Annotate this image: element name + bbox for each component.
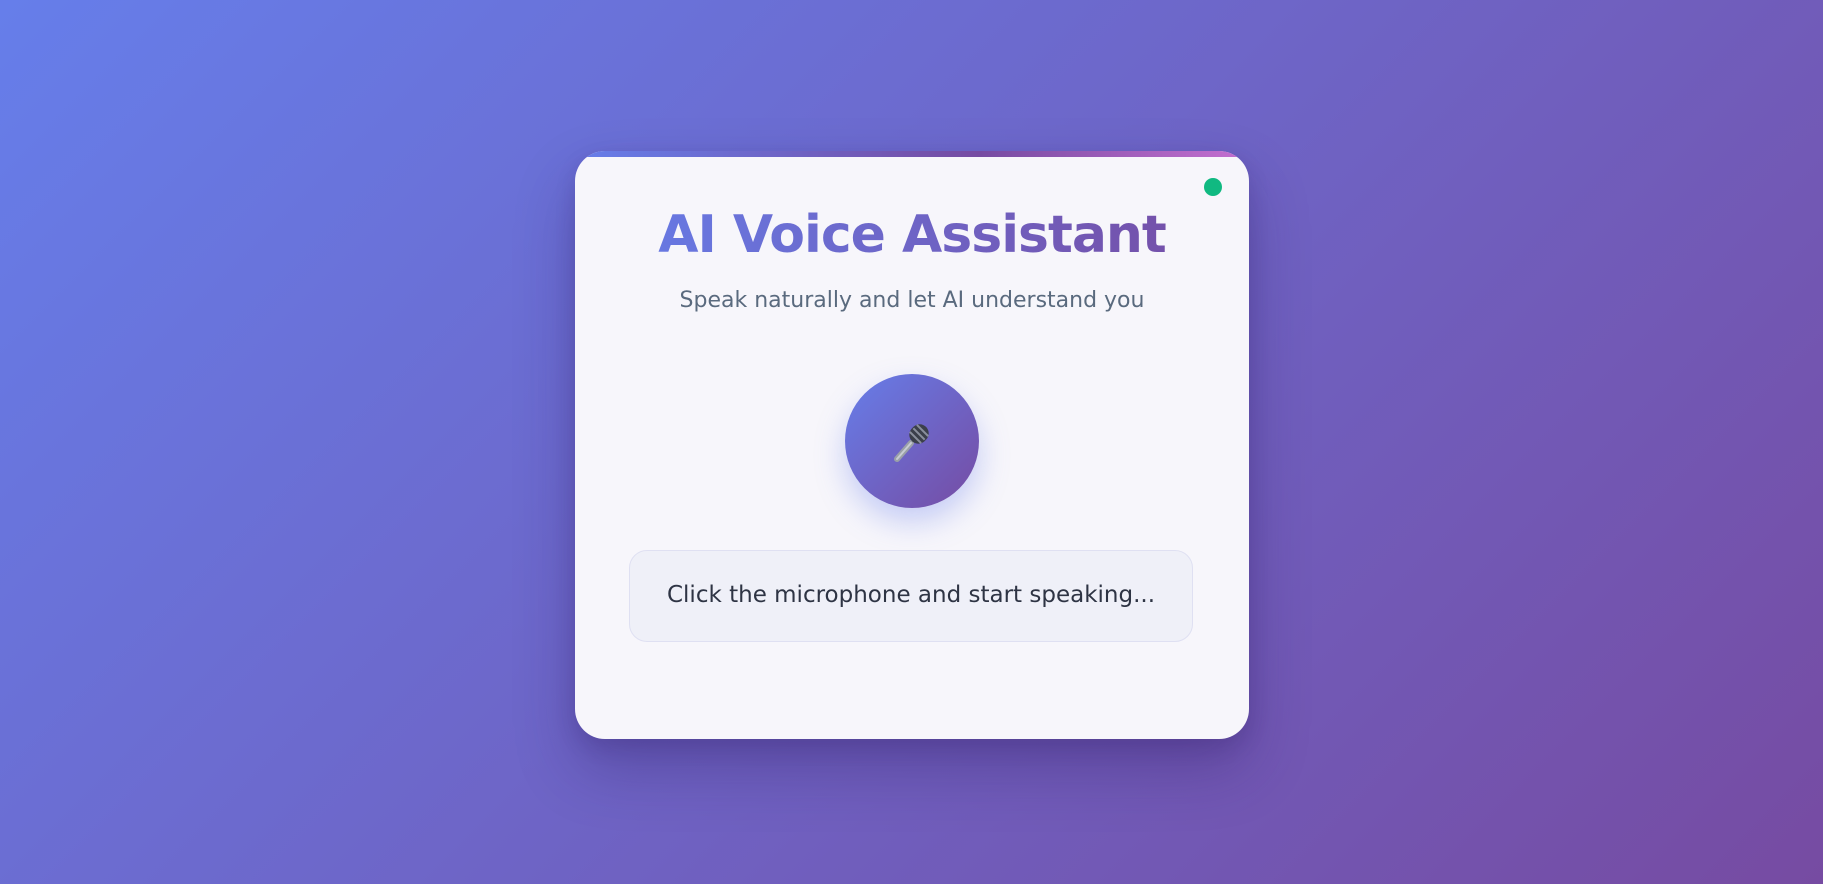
- voice-assistant-card: AI Voice Assistant Speak naturally and l…: [575, 151, 1249, 739]
- page-subtitle: Speak naturally and let AI understand yo…: [679, 288, 1145, 313]
- transcript-text: Click the microphone and start speaking.…: [666, 582, 1156, 608]
- microphone-icon: [894, 424, 929, 462]
- card-accent-bar: [575, 151, 1249, 157]
- status-indicator-icon: [1204, 178, 1222, 196]
- page-title: AI Voice Assistant: [575, 205, 1249, 266]
- microphone-button[interactable]: [845, 374, 979, 508]
- transcript-box: Click the microphone and start speaking.…: [629, 550, 1193, 642]
